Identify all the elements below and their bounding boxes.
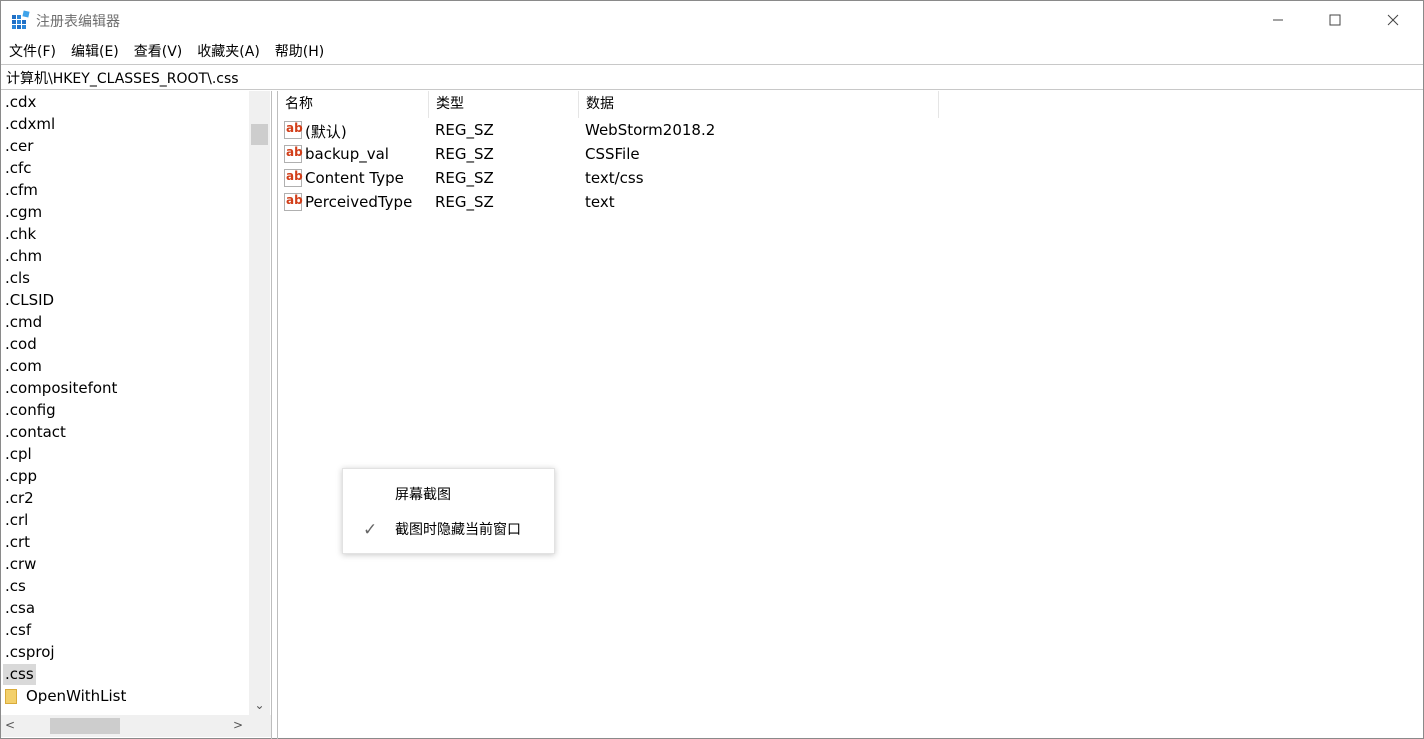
check-icon: ✓: [363, 520, 378, 540]
tree-vertical-scrollbar[interactable]: ⌄: [249, 91, 270, 715]
tree-item-label: OpenWithList: [26, 687, 127, 705]
close-icon: [1387, 14, 1399, 26]
value-data-cell: WebStorm2018.2: [585, 121, 716, 139]
value-data-cell: text: [585, 193, 615, 211]
tree-item[interactable]: .cmd: [5, 312, 42, 333]
tree-item[interactable]: .cer: [5, 136, 33, 157]
menu-help[interactable]: 帮助(H): [267, 41, 331, 63]
tree-item[interactable]: .cod: [5, 334, 37, 355]
minimize-icon: [1273, 19, 1283, 21]
string-value-icon: ab: [284, 145, 303, 163]
title-bar: 注册表编辑器: [1, 1, 1423, 39]
tree-horizontal-scroll-thumb[interactable]: [50, 718, 120, 734]
tree-item[interactable]: .cgm: [5, 202, 42, 223]
value-data-cell: CSSFile: [585, 145, 640, 163]
string-value-icon-text: ab: [286, 193, 303, 207]
values-pane: 名称 类型 数据 ab (默认) REG_SZ WebStorm2018.2 ab bac…: [277, 91, 1423, 739]
string-value-icon-text: ab: [286, 121, 303, 135]
value-type-cell: REG_SZ: [435, 193, 494, 211]
value-row[interactable]: ab PerceivedType REG_SZ text: [278, 191, 978, 215]
tree-item[interactable]: .cdxml: [5, 114, 55, 135]
tree-item[interactable]: .config: [5, 400, 56, 421]
tree-horizontal-scrollbar[interactable]: < >: [1, 715, 271, 737]
folder-icon: [5, 689, 17, 704]
menu-item-screenshot[interactable]: 屏幕截图: [343, 477, 554, 513]
minimize-button[interactable]: [1249, 1, 1307, 39]
string-value-icon: ab: [284, 121, 303, 139]
tree-item[interactable]: .csproj: [5, 642, 55, 663]
chevron-right-icon[interactable]: >: [233, 718, 243, 732]
tree-item[interactable]: .cpl: [5, 444, 32, 465]
menu-item-label: 截图时隐藏当前窗口: [395, 522, 521, 538]
value-data-cell: text/css: [585, 169, 644, 187]
value-type-cell: REG_SZ: [435, 145, 494, 163]
tree-item[interactable]: .compositefont: [5, 378, 117, 399]
registry-editor-window: 注册表编辑器 文件(F) 编辑(E) 查看(V) 收藏夹(A) 帮助(H) 计算…: [0, 0, 1424, 739]
tree-item[interactable]: .CLSID: [5, 290, 54, 311]
menu-item-label: 屏幕截图: [395, 487, 451, 503]
menu-bar: 文件(F) 编辑(E) 查看(V) 收藏夹(A) 帮助(H): [1, 41, 331, 63]
chevron-left-icon[interactable]: <: [5, 718, 15, 732]
value-row[interactable]: ab backup_val REG_SZ CSSFile: [278, 143, 978, 167]
maximize-button[interactable]: [1306, 1, 1364, 39]
tree-item[interactable]: .cfm: [5, 180, 38, 201]
tree-item[interactable]: .com: [5, 356, 42, 377]
address-path[interactable]: 计算机\HKEY_CLASSES_ROOT\.css: [6, 68, 239, 88]
value-type-cell: REG_SZ: [435, 169, 494, 187]
value-name-cell: backup_val: [305, 145, 389, 163]
value-name-cell: Content Type: [305, 169, 404, 187]
tree-item[interactable]: .crw: [5, 554, 36, 575]
menu-favorites[interactable]: 收藏夹(A): [189, 41, 267, 63]
tree-vertical-scroll-thumb[interactable]: [251, 124, 268, 145]
value-row[interactable]: ab (默认) REG_SZ WebStorm2018.2: [278, 119, 978, 143]
window-title: 注册表编辑器: [36, 14, 120, 30]
value-row[interactable]: ab Content Type REG_SZ text/css: [278, 167, 978, 191]
context-menu: 屏幕截图 ✓ 截图时隐藏当前窗口: [342, 468, 555, 554]
close-button[interactable]: [1364, 1, 1422, 39]
tree-item[interactable]: .cls: [5, 268, 30, 289]
menu-item-hide-window-on-screenshot[interactable]: ✓ 截图时隐藏当前窗口: [343, 512, 554, 548]
address-bar[interactable]: 计算机\HKEY_CLASSES_ROOT\.css: [1, 64, 1423, 90]
tree-item[interactable]: .cr2: [5, 488, 34, 509]
menu-view[interactable]: 查看(V): [126, 41, 190, 63]
tree-item[interactable]: .cs: [5, 576, 26, 597]
tree-item-child[interactable]: OpenWithList: [5, 686, 126, 707]
column-header-data[interactable]: 数据: [579, 91, 939, 118]
column-header-name[interactable]: 名称: [278, 91, 429, 118]
string-value-icon: ab: [284, 193, 303, 211]
string-value-icon-text: ab: [286, 169, 303, 183]
column-header-type[interactable]: 类型: [429, 91, 579, 118]
tree-item[interactable]: .crt: [5, 532, 30, 553]
value-type-cell: REG_SZ: [435, 121, 494, 139]
tree-item[interactable]: .csf: [5, 620, 31, 641]
tree-item[interactable]: .crl: [5, 510, 28, 531]
tree-item[interactable]: .cdx: [5, 92, 36, 113]
menu-edit[interactable]: 编辑(E): [63, 41, 126, 63]
tree-item[interactable]: .css: [3, 664, 36, 685]
scroll-down-button[interactable]: ⌄: [249, 695, 270, 715]
string-value-icon: ab: [284, 169, 303, 187]
tree-item[interactable]: .chk: [5, 224, 36, 245]
string-value-icon-text: ab: [286, 145, 303, 159]
key-tree-pane: .cdx .cdxml .cer .cfc .cfm .cgm .chk .chm .cls .C…: [1, 91, 272, 739]
chevron-down-icon: ⌄: [254, 698, 265, 712]
tree-item[interactable]: .cfc: [5, 158, 32, 179]
tree-item[interactable]: .cpp: [5, 466, 37, 487]
tree-item[interactable]: .contact: [5, 422, 66, 443]
registry-editor-app-icon: [12, 10, 30, 29]
tree-item[interactable]: .csa: [5, 598, 35, 619]
value-name-cell: (默认): [305, 123, 347, 141]
tree-item[interactable]: .chm: [5, 246, 42, 267]
value-name-cell: PerceivedType: [305, 193, 413, 211]
menu-file[interactable]: 文件(F): [1, 41, 63, 63]
maximize-icon: [1329, 14, 1341, 26]
